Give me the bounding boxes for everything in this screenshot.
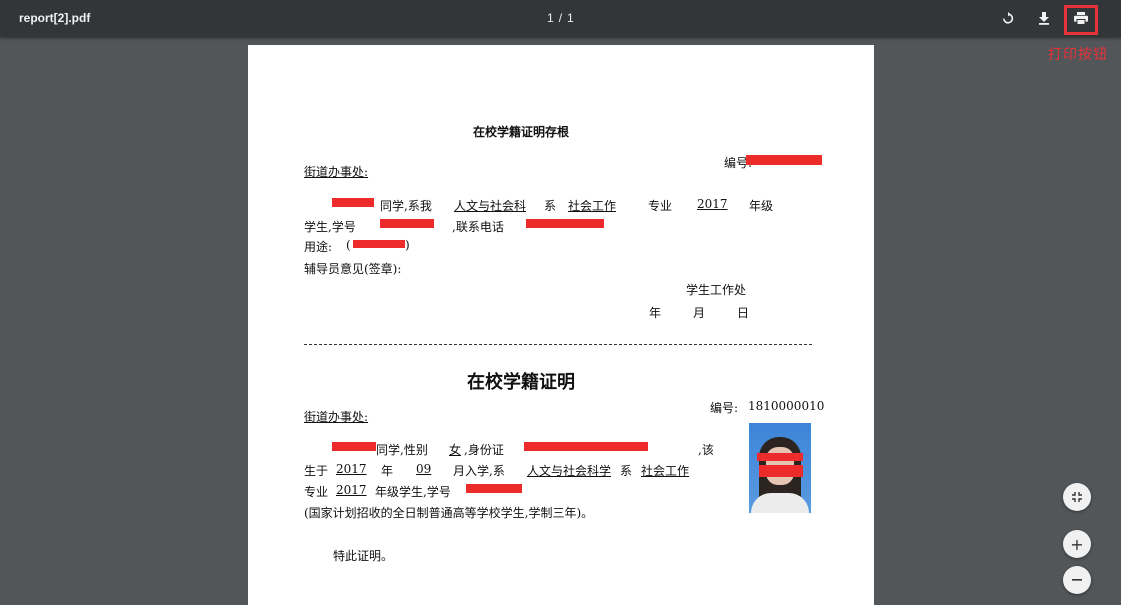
cert-born-prefix: 生于	[304, 464, 329, 478]
cert-student-suffix: 同学,性别	[376, 443, 428, 457]
pdf-toolbar: report[2].pdf 1/1	[0, 0, 1121, 37]
cert-major-prefix: 专业	[304, 485, 329, 499]
download-icon	[1039, 11, 1049, 25]
certificate-addressee: 街道办事处:	[304, 410, 369, 424]
stub-day: 日	[737, 306, 750, 320]
cert-department: 人文与社会科学	[527, 464, 612, 478]
redaction-stub-serial	[746, 155, 822, 165]
redaction-cert-id-number	[524, 442, 648, 451]
print-button-annotation: 打印按钮	[1048, 47, 1108, 63]
zoom-in-icon: +	[1070, 534, 1084, 554]
redaction-cert-name	[332, 442, 376, 451]
stub-student-id-label: 学生,学号	[304, 220, 356, 234]
cert-grade-suffix: 年级学生,学号	[375, 485, 451, 499]
total-pages: 1	[567, 11, 575, 25]
cert-born-month: 09	[416, 462, 432, 476]
cert-grade: 2017	[336, 483, 367, 497]
cert-gender: 女	[449, 443, 462, 457]
certificate-serial-value: 1810000010	[748, 399, 825, 413]
cert-enroll-suffix: 月入学,系	[453, 464, 505, 478]
stub-grade-suffix: 年级	[749, 199, 774, 213]
stub-addressee: 街道办事处:	[304, 165, 369, 179]
zoom-in-button[interactable]: +	[1063, 530, 1091, 558]
cert-major: 社会工作	[641, 464, 690, 478]
stub-year: 年	[649, 306, 662, 320]
stub-major-suffix: 专业	[648, 199, 673, 213]
stub-student-suffix: 同学,系我	[380, 199, 432, 213]
tear-line	[304, 344, 812, 345]
redaction-stub-purpose	[353, 240, 405, 248]
cert-note: (国家计划招收的全日制普通高等学校学生,学制三年)。	[304, 506, 594, 520]
stub-department: 人文与社会科	[454, 199, 527, 213]
redaction-photo-top	[757, 453, 803, 461]
stub-major: 社会工作	[568, 199, 617, 213]
cert-closing: 特此证明。	[333, 549, 394, 563]
cert-year-char: 年	[381, 464, 394, 478]
stub-purpose-label: 用途:	[304, 240, 333, 254]
stub-grade: 2017	[697, 197, 728, 211]
cert-line1-tail: ,该	[698, 443, 714, 457]
stub-title: 在校学籍证明存根	[473, 125, 570, 139]
stub-dept-suffix: 系	[544, 199, 557, 213]
file-name: report[2].pdf	[19, 11, 91, 25]
stub-purpose-paren-open: (	[346, 238, 351, 252]
fit-page-icon	[1072, 492, 1082, 502]
download-button[interactable]	[1034, 8, 1054, 28]
stub-month: 月	[693, 306, 706, 320]
zoom-out-button[interactable]	[1063, 566, 1091, 594]
zoom-out-icon	[1072, 579, 1082, 581]
stub-purpose-paren-close: )	[405, 238, 410, 252]
print-highlight-box	[1064, 5, 1098, 35]
cert-id-label: ,身份证	[464, 443, 504, 457]
cert-dept-suffix: 系	[620, 464, 633, 478]
pdf-page: 在校学籍证明存根 街道办事处: 编号: 同学,系我 人文与社会科 系 社会工作 …	[248, 45, 874, 605]
stub-phone-label: ,联系电话	[452, 220, 504, 234]
cert-born-year: 2017	[336, 462, 367, 476]
current-page[interactable]: 1	[547, 11, 555, 25]
fit-page-button[interactable]	[1063, 483, 1091, 511]
student-photo	[749, 423, 811, 513]
redaction-photo-bottom	[759, 465, 803, 477]
certificate-title: 在校学籍证明	[467, 372, 575, 393]
page-counter: 1/1	[547, 11, 575, 25]
rotate-button[interactable]	[998, 8, 1018, 28]
redaction-cert-student-id	[466, 484, 522, 493]
stub-office: 学生工作处	[686, 283, 747, 297]
redaction-stub-student-id	[380, 219, 434, 228]
rotate-icon	[1003, 11, 1014, 24]
page-separator: /	[558, 11, 564, 25]
redaction-stub-phone	[526, 219, 604, 228]
stub-counselor-label: 辅导员意见(签章):	[304, 262, 402, 276]
redaction-stub-name	[332, 198, 374, 207]
certificate-serial-label: 编号:	[710, 401, 739, 415]
